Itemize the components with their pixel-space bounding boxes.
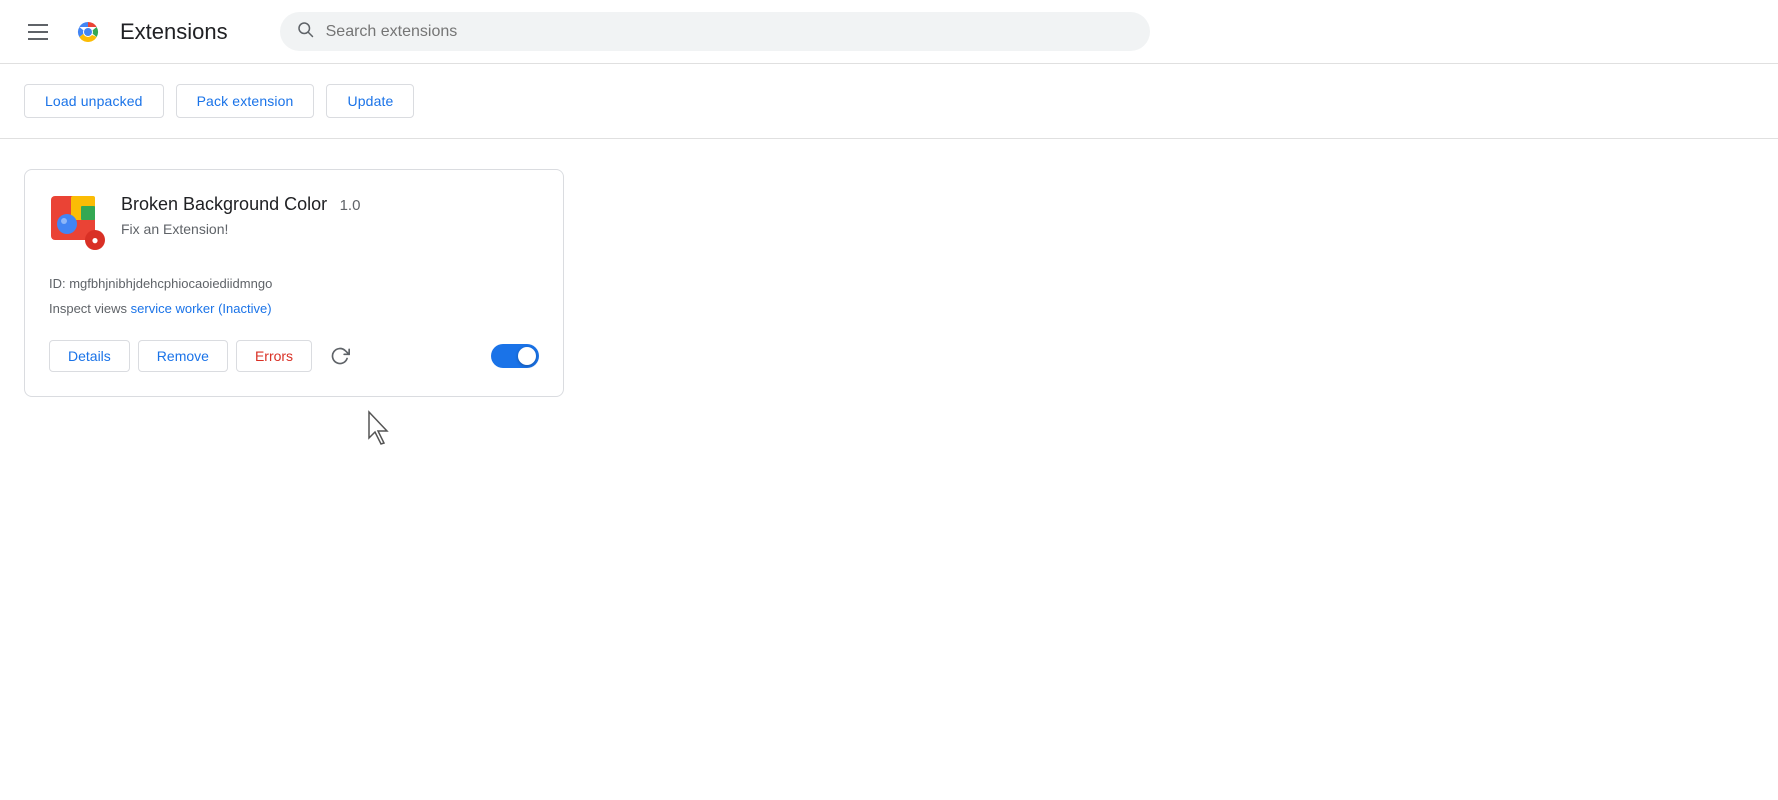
extension-toggle[interactable] <box>491 344 539 368</box>
load-unpacked-button[interactable]: Load unpacked <box>24 84 164 118</box>
extension-id: ID: mgfbhjnibhjdehcphiocaoiediidmngo <box>49 274 539 295</box>
card-footer: Details Remove Errors <box>49 340 539 372</box>
card-header: ● Broken Background Color 1.0 Fix an Ext… <box>49 194 539 250</box>
search-box <box>280 12 1150 51</box>
inspect-views-line: Inspect views service worker (Inactive) <box>49 299 539 320</box>
remove-button[interactable]: Remove <box>138 340 228 372</box>
card-meta: ID: mgfbhjnibhjdehcphiocaoiediidmngo Ins… <box>49 274 539 320</box>
error-badge: ● <box>85 230 105 250</box>
inspect-label: Inspect views <box>49 301 131 316</box>
extension-card: ● Broken Background Color 1.0 Fix an Ext… <box>24 169 564 397</box>
service-worker-link[interactable]: service worker (Inactive) <box>131 301 272 316</box>
search-container <box>280 12 1150 51</box>
toggle-thumb <box>518 347 536 365</box>
extension-icon-wrapper: ● <box>49 194 105 250</box>
card-title-area: Broken Background Color 1.0 Fix an Exten… <box>121 194 539 237</box>
header: Extensions <box>0 0 1778 64</box>
extension-version: 1.0 <box>340 197 361 214</box>
errors-button[interactable]: Errors <box>236 340 312 372</box>
details-button[interactable]: Details <box>49 340 130 372</box>
main-content: ● Broken Background Color 1.0 Fix an Ext… <box>0 139 1778 427</box>
extension-name: Broken Background Color <box>121 194 327 214</box>
chrome-logo <box>72 16 104 48</box>
toolbar: Load unpacked Pack extension Update <box>0 64 1778 139</box>
reload-button[interactable] <box>324 340 356 372</box>
menu-icon[interactable] <box>20 16 56 48</box>
search-input[interactable] <box>326 23 1134 41</box>
search-icon <box>296 20 314 43</box>
extension-description: Fix an Extension! <box>121 221 539 237</box>
update-button[interactable]: Update <box>326 84 414 118</box>
pack-extension-button[interactable]: Pack extension <box>176 84 315 118</box>
page-title: Extensions <box>120 19 228 45</box>
